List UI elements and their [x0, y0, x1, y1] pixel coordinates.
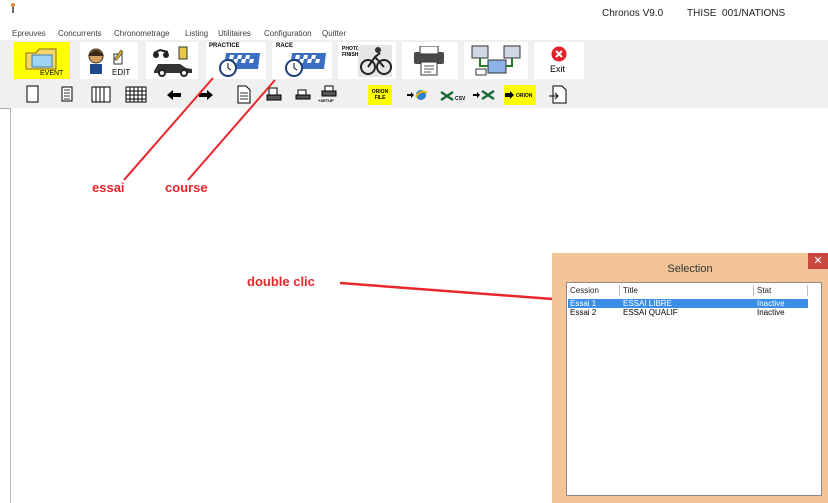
- annotation-essai: essai: [92, 180, 125, 195]
- session-list[interactable]: Cession Title Stat Essai 1 ESSAI LIBRE I…: [566, 282, 822, 496]
- annotation-double-clic: double clic: [247, 274, 315, 289]
- selection-dialog: Selection ✕ Cession Title Stat Essai 1 E…: [552, 253, 828, 503]
- dialog-title: Selection: [667, 263, 713, 275]
- list-item[interactable]: Essai 2 ESSAI QUALIF Inactive: [568, 308, 808, 317]
- column-header-cession[interactable]: Cession: [570, 285, 599, 296]
- column-header-title[interactable]: Title: [623, 285, 638, 296]
- list-item[interactable]: Essai 1 ESSAI LIBRE Inactive: [568, 299, 808, 308]
- course-pointer-line: [187, 79, 276, 181]
- close-icon: ✕: [813, 255, 823, 267]
- double-clic-pointer-line: [339, 281, 567, 302]
- column-header-stat[interactable]: Stat: [757, 285, 771, 296]
- close-button[interactable]: ✕: [808, 253, 828, 269]
- annotation-course: course: [165, 180, 208, 195]
- essai-pointer-line: [123, 77, 214, 181]
